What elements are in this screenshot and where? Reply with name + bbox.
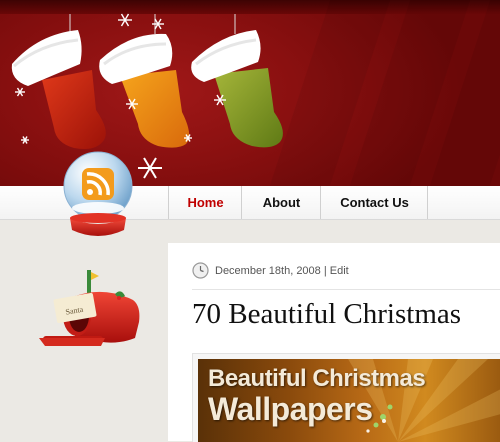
rss-snow-globe-icon[interactable]: [60, 150, 136, 242]
edit-link[interactable]: Edit: [330, 265, 349, 277]
thumbnail-title-line1: Beautiful Christmas: [208, 365, 426, 392]
clock-icon: [192, 262, 209, 279]
post-date: December 18th, 2008: [215, 265, 321, 277]
nav-home[interactable]: Home: [168, 186, 242, 219]
meta-separator: |: [323, 265, 327, 277]
green-stocking-icon: [191, 30, 283, 148]
thumbnail-title-line2: Wallpapers: [208, 391, 373, 427]
santa-mailbox-icon: Santa: [39, 270, 140, 346]
nav-about[interactable]: About: [241, 186, 321, 219]
red-stocking-icon: [11, 30, 106, 149]
post-meta: December 18th, 2008 | Edit: [215, 265, 349, 277]
post-thumbnail[interactable]: Beautiful Christmas Wallpapers: [198, 359, 500, 442]
nav-contact-us[interactable]: Contact Us: [320, 186, 428, 219]
post-title[interactable]: 70 Beautiful Christmas: [192, 298, 461, 331]
post-content: December 18th, 2008 | Edit 70 Beautiful …: [168, 243, 500, 442]
orange-stocking-icon: [99, 33, 190, 148]
meta-divider: [192, 289, 500, 290]
post-thumbnail-frame: Beautiful Christmas Wallpapers: [192, 353, 500, 442]
